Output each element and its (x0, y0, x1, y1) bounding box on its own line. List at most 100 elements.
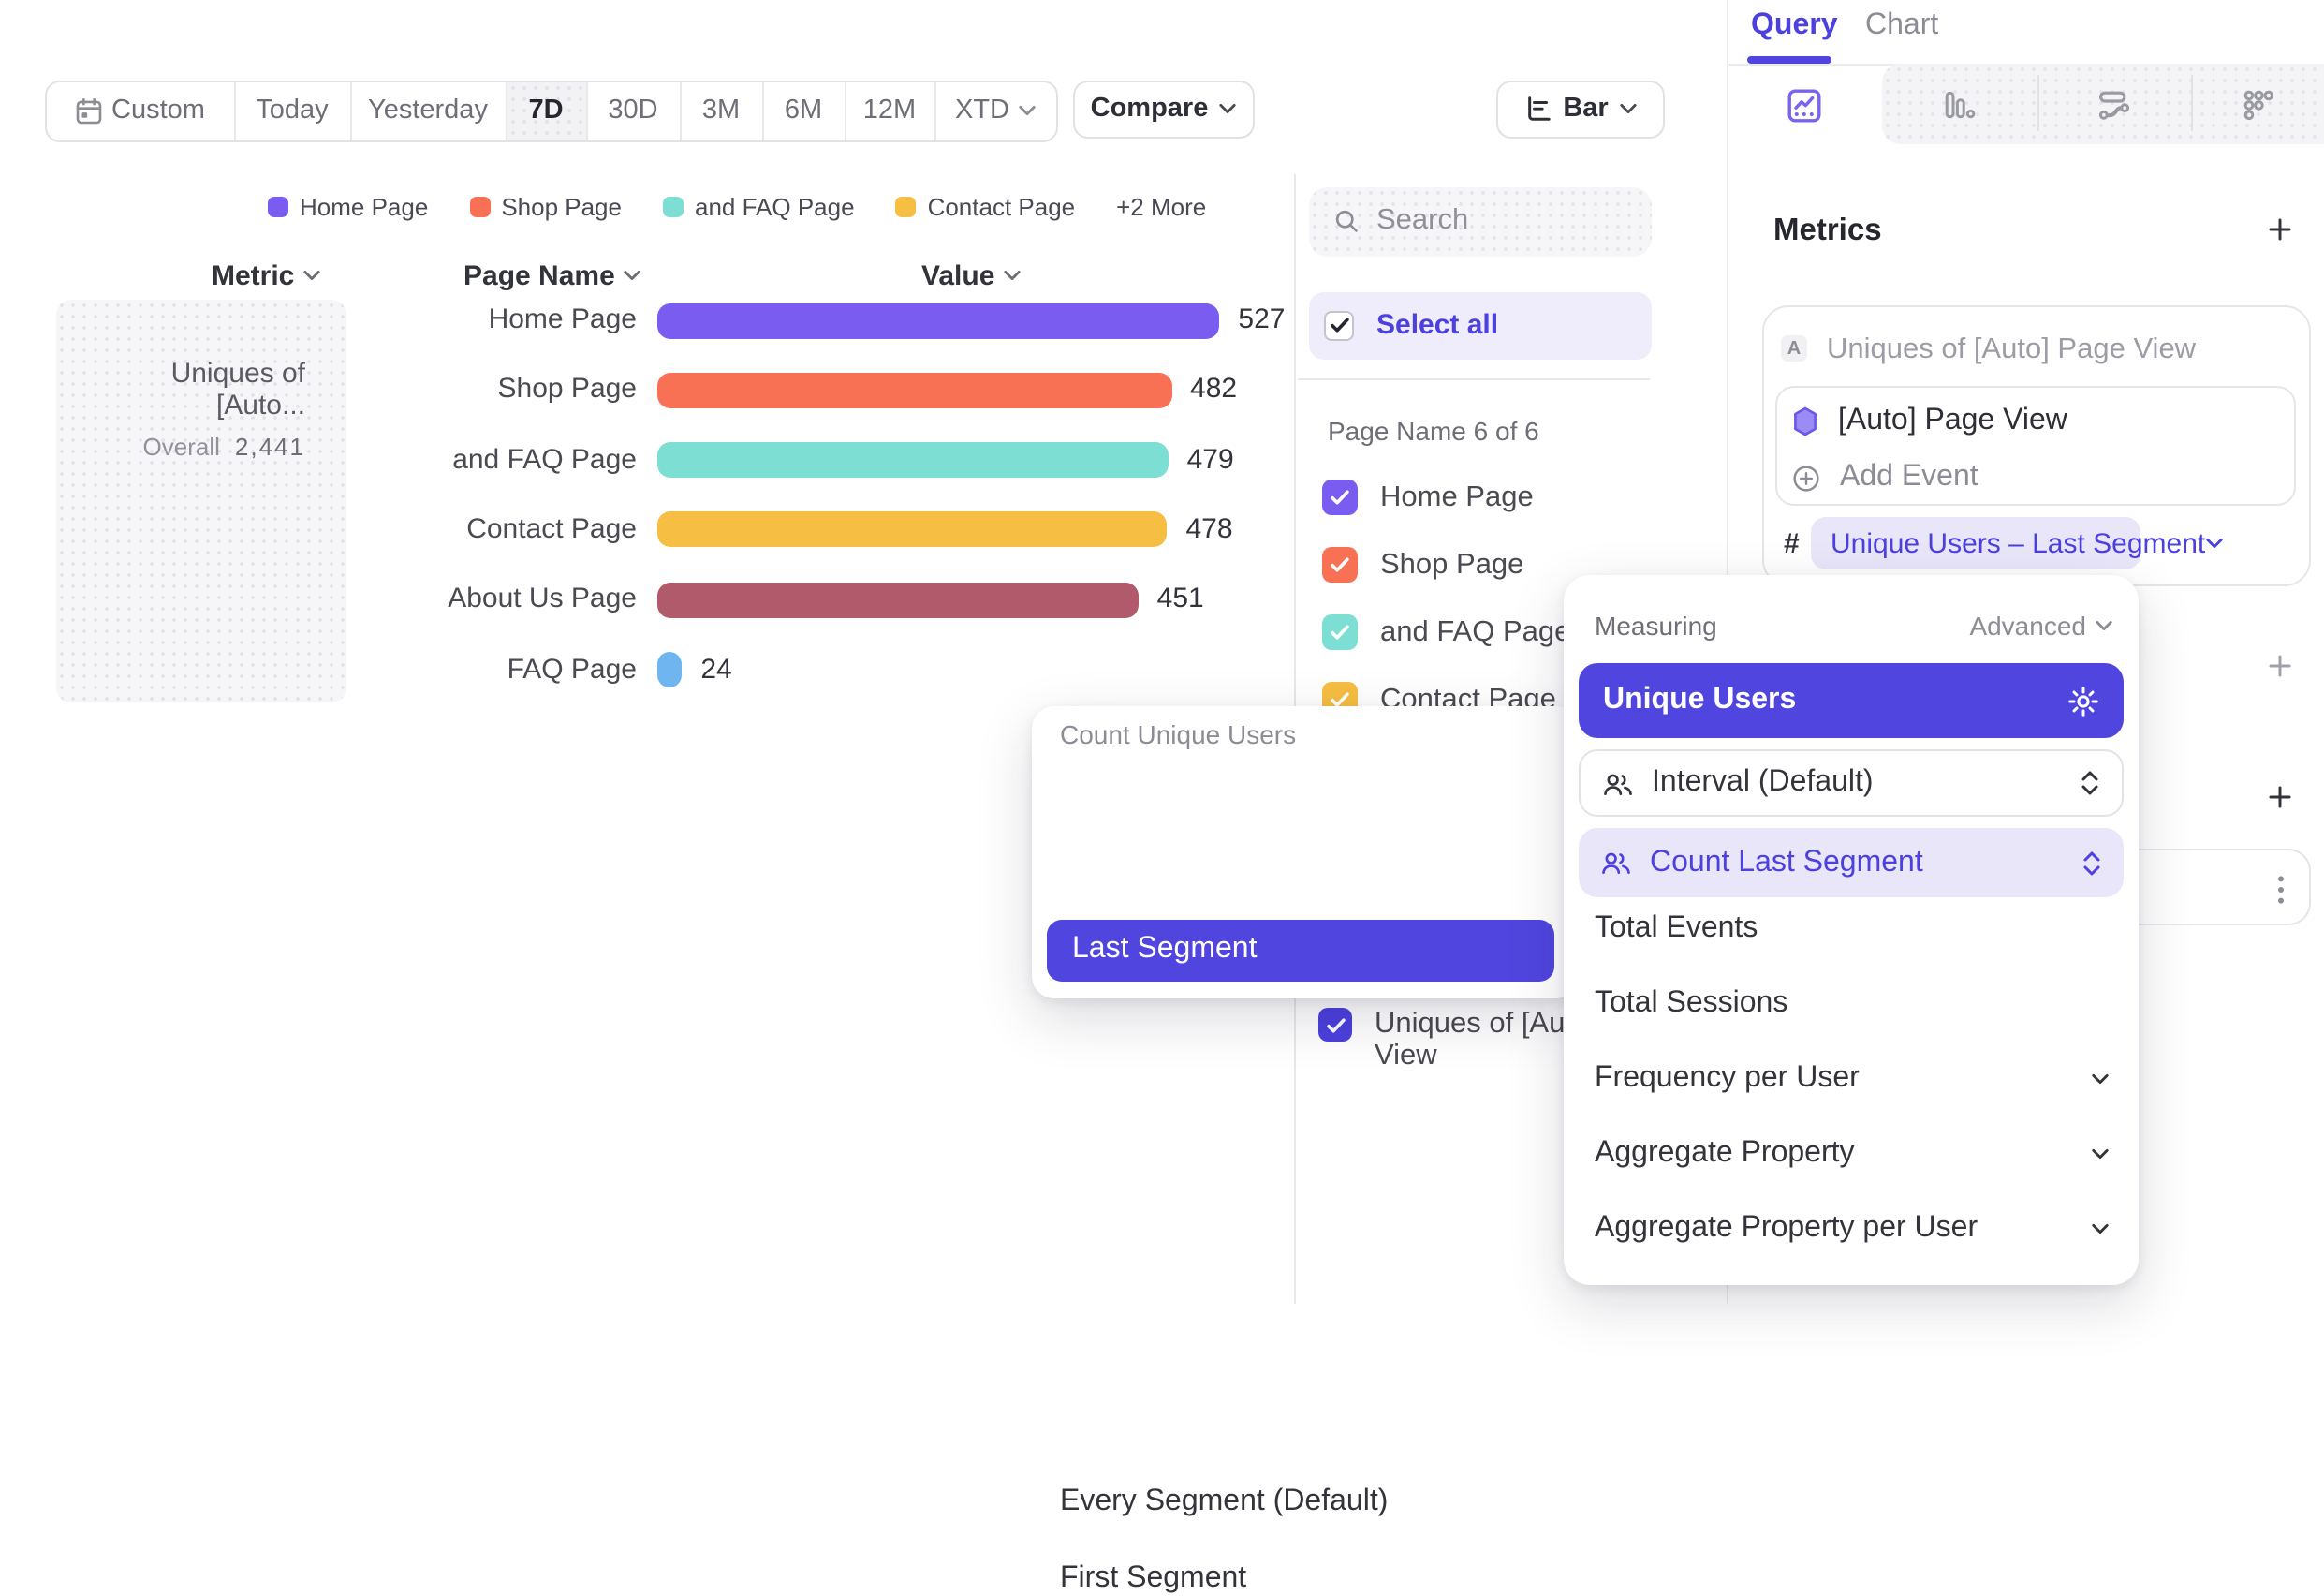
table-row[interactable]: About Us Page 451 (0, 581, 1292, 618)
column-header-page-name[interactable]: Page Name (463, 261, 641, 289)
legend-item[interactable]: Shop Page (469, 193, 622, 221)
checkbox-checked[interactable] (1322, 480, 1358, 515)
checkbox-checked[interactable] (1322, 547, 1358, 583)
checkbox-checked[interactable] (1322, 614, 1358, 650)
option-label: Count Last Segment (1650, 846, 1923, 879)
checkbox-checked[interactable] (1318, 1008, 1352, 1042)
search-input[interactable]: Search (1309, 186, 1651, 257)
add-metric-icon[interactable] (2268, 216, 2292, 241)
option-frequency-per-user[interactable]: Frequency per User (1595, 1062, 2109, 1096)
table-row[interactable]: Contact Page 478 (0, 511, 1292, 549)
option-count-last-segment[interactable]: Count Last Segment (1579, 828, 2124, 897)
date-range-label: 3M (702, 96, 740, 126)
filter-item-home-page[interactable]: Home Page (1322, 480, 1534, 515)
select-all-label: Select all (1376, 309, 1498, 341)
metric-summary-cell[interactable]: Uniques of [Auto... Overall2,441 (56, 300, 346, 702)
gear-icon[interactable] (2067, 685, 2099, 717)
chart-type-button[interactable]: Bar (1496, 80, 1664, 138)
filter-item-and-faq-page[interactable]: and FAQ Page (1322, 614, 1570, 650)
chevron-down-icon (1219, 103, 1236, 114)
date-range-7d-selected[interactable]: 7D (507, 81, 587, 140)
date-range-12m[interactable]: 12M (846, 81, 935, 140)
tab-query-active[interactable]: Query (1751, 9, 1838, 43)
metric-letter-badge: A (1781, 335, 1807, 362)
date-range-label: Custom (111, 96, 205, 126)
table-row[interactable]: Shop Page 482 (0, 372, 1292, 409)
tab-chart[interactable]: Chart (1865, 9, 1938, 43)
date-range-3m[interactable]: 3M (681, 81, 763, 140)
funnel-bars-tab-icon[interactable] (1942, 88, 1976, 122)
date-range-xtd[interactable]: XTD (935, 81, 1055, 140)
option-every-segment[interactable]: Every Segment (Default) (1060, 1485, 1388, 1519)
chevron-down-icon (1004, 270, 1021, 281)
column-header-label: Value (921, 259, 994, 291)
flows-tab-icon[interactable] (2097, 90, 2131, 120)
option-total-sessions[interactable]: Total Sessions (1595, 987, 2109, 1021)
table-row[interactable]: Home Page 527 (0, 302, 1292, 339)
insights-chart-tab-icon-active[interactable] (1787, 87, 1822, 123)
add-filter-icon[interactable] (2267, 654, 2291, 678)
measurement-selector[interactable]: Unique Users – Last Segment (1810, 517, 2140, 569)
option-aggregate-property-per-user[interactable]: Aggregate Property per User (1595, 1212, 2109, 1246)
bar-value: 479 (1187, 441, 1234, 479)
users-icon (1601, 850, 1631, 875)
bar-about-us-page[interactable] (656, 582, 1139, 617)
add-event-row[interactable]: Add Event (1791, 461, 1978, 495)
option-label: Total Sessions (1595, 987, 1787, 1021)
legend-item[interactable]: and FAQ Page (663, 193, 855, 221)
legend-label: Home Page (300, 193, 428, 221)
bar-shop-page[interactable] (656, 373, 1171, 408)
date-range-yesterday[interactable]: Yesterday (351, 81, 507, 140)
chevron-down-icon (303, 270, 320, 281)
option-label: Unique Users (1603, 684, 1796, 717)
measuring-label: Measuring (1595, 611, 1717, 641)
legend-item[interactable]: Home Page (268, 193, 428, 221)
advanced-toggle[interactable]: Advanced (1969, 611, 2112, 641)
filter-item-metric-series[interactable]: Uniques of [Auto View (1318, 1008, 1589, 1043)
option-unique-users-selected[interactable]: Unique Users (1579, 663, 2124, 738)
legend-more-link[interactable]: +2 More (1116, 193, 1206, 221)
kebab-menu-icon[interactable] (2276, 875, 2284, 905)
date-range-custom[interactable]: Custom (46, 81, 235, 140)
option-interval-default[interactable]: Interval (Default) (1579, 749, 2124, 817)
filter-item-shop-page[interactable]: Shop Page (1322, 547, 1523, 583)
date-range-6m[interactable]: 6M (763, 81, 846, 140)
add-breakdown-icon[interactable] (2267, 784, 2291, 808)
bar-contact-page[interactable] (656, 512, 1167, 548)
legend-swatch (268, 197, 288, 217)
option-label: Interval (Default) (1652, 766, 1874, 800)
date-range-label: Today (256, 96, 328, 126)
insights-report-screen: Custom Today Yesterday 7D 30D 3M 6M 12M … (0, 0, 2324, 1304)
row-label: Shop Page (0, 372, 637, 409)
table-row[interactable]: FAQ Page 24 (0, 651, 1292, 688)
event-row[interactable]: [Auto] Page View (1791, 405, 2067, 438)
bar-home-page[interactable] (656, 303, 1219, 338)
column-header-value[interactable]: Value (921, 261, 1021, 289)
numeric-type-symbol: # (1784, 528, 1800, 560)
bar-and-faq-page[interactable] (656, 442, 1169, 478)
select-all-row[interactable]: Select all (1309, 291, 1651, 359)
chevron-down-icon (2096, 620, 2112, 631)
row-label: About Us Page (0, 581, 637, 618)
column-header-metric[interactable]: Metric (212, 261, 320, 289)
option-aggregate-property[interactable]: Aggregate Property (1595, 1137, 2109, 1171)
compare-button[interactable]: Compare (1073, 80, 1254, 138)
retention-tab-icon[interactable] (2243, 89, 2273, 119)
bar-faq-page[interactable] (656, 652, 682, 687)
check-icon (1330, 624, 1350, 641)
filter-item-label: Uniques of [Auto View (1375, 1008, 1589, 1071)
table-row[interactable]: and FAQ Page 479 (0, 441, 1292, 479)
check-icon (1330, 556, 1350, 573)
legend-swatch (469, 197, 490, 217)
date-range-label: 6M (785, 96, 822, 126)
date-range-label: XTD (955, 96, 1009, 126)
option-total-events[interactable]: Total Events (1595, 912, 2109, 946)
search-icon (1333, 209, 1360, 235)
option-label: Aggregate Property (1595, 1137, 1855, 1171)
option-first-segment[interactable]: First Segment (1060, 1562, 1246, 1596)
select-all-checkbox[interactable] (1324, 310, 1354, 340)
date-range-today[interactable]: Today (235, 81, 351, 140)
legend-item[interactable]: Contact Page (896, 193, 1076, 221)
option-last-segment-selected[interactable]: Last Segment (1047, 919, 1554, 982)
date-range-30d[interactable]: 30D (587, 81, 681, 140)
